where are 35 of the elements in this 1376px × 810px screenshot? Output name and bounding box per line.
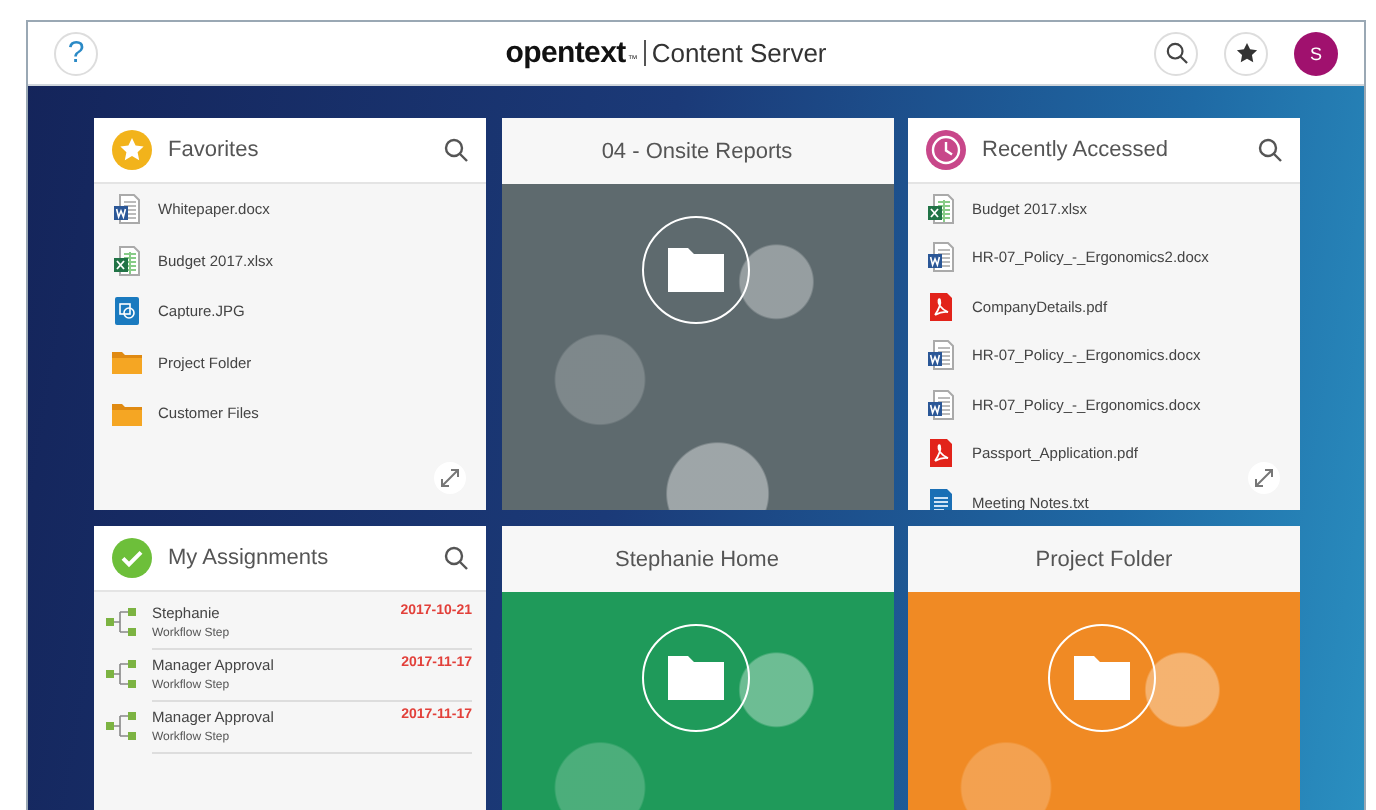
pdf-icon [928, 438, 954, 469]
favorites-button[interactable] [1224, 31, 1268, 75]
word-document-icon [114, 194, 140, 225]
widget-title: My Assignments [168, 546, 331, 570]
help-button[interactable]: ? [54, 31, 98, 75]
clock-icon [926, 130, 966, 170]
expand-icon [1254, 468, 1274, 488]
folder-icon [112, 350, 142, 375]
folder-icon [112, 401, 142, 426]
search-icon[interactable] [444, 546, 468, 570]
widget-title: Recently Accessed [982, 138, 1170, 162]
logo-text: opentext [505, 36, 626, 70]
expand-button[interactable] [1248, 462, 1280, 494]
search-icon [1165, 42, 1187, 64]
text-file-icon [928, 487, 954, 510]
checkmark-icon [112, 538, 152, 578]
word-document-icon [928, 242, 954, 273]
open-folder-button[interactable] [641, 624, 749, 732]
pdf-icon [928, 291, 954, 322]
search-icon[interactable] [444, 138, 468, 162]
search-icon[interactable] [1258, 138, 1282, 162]
image-file-icon [114, 296, 140, 327]
search-button[interactable] [1154, 31, 1198, 75]
star-icon [1235, 42, 1257, 64]
open-folder-button[interactable] [641, 216, 749, 324]
folder-icon [1074, 656, 1130, 700]
widget-title: Favorites [168, 138, 261, 162]
word-document-icon [928, 340, 954, 371]
user-avatar[interactable]: S [1294, 31, 1338, 75]
spreadsheet-icon [114, 245, 140, 276]
expand-button[interactable] [434, 462, 466, 494]
word-document-icon [928, 389, 954, 420]
spreadsheet-icon [928, 193, 954, 224]
expand-icon [440, 468, 460, 488]
product-name: Content Server [651, 38, 827, 68]
